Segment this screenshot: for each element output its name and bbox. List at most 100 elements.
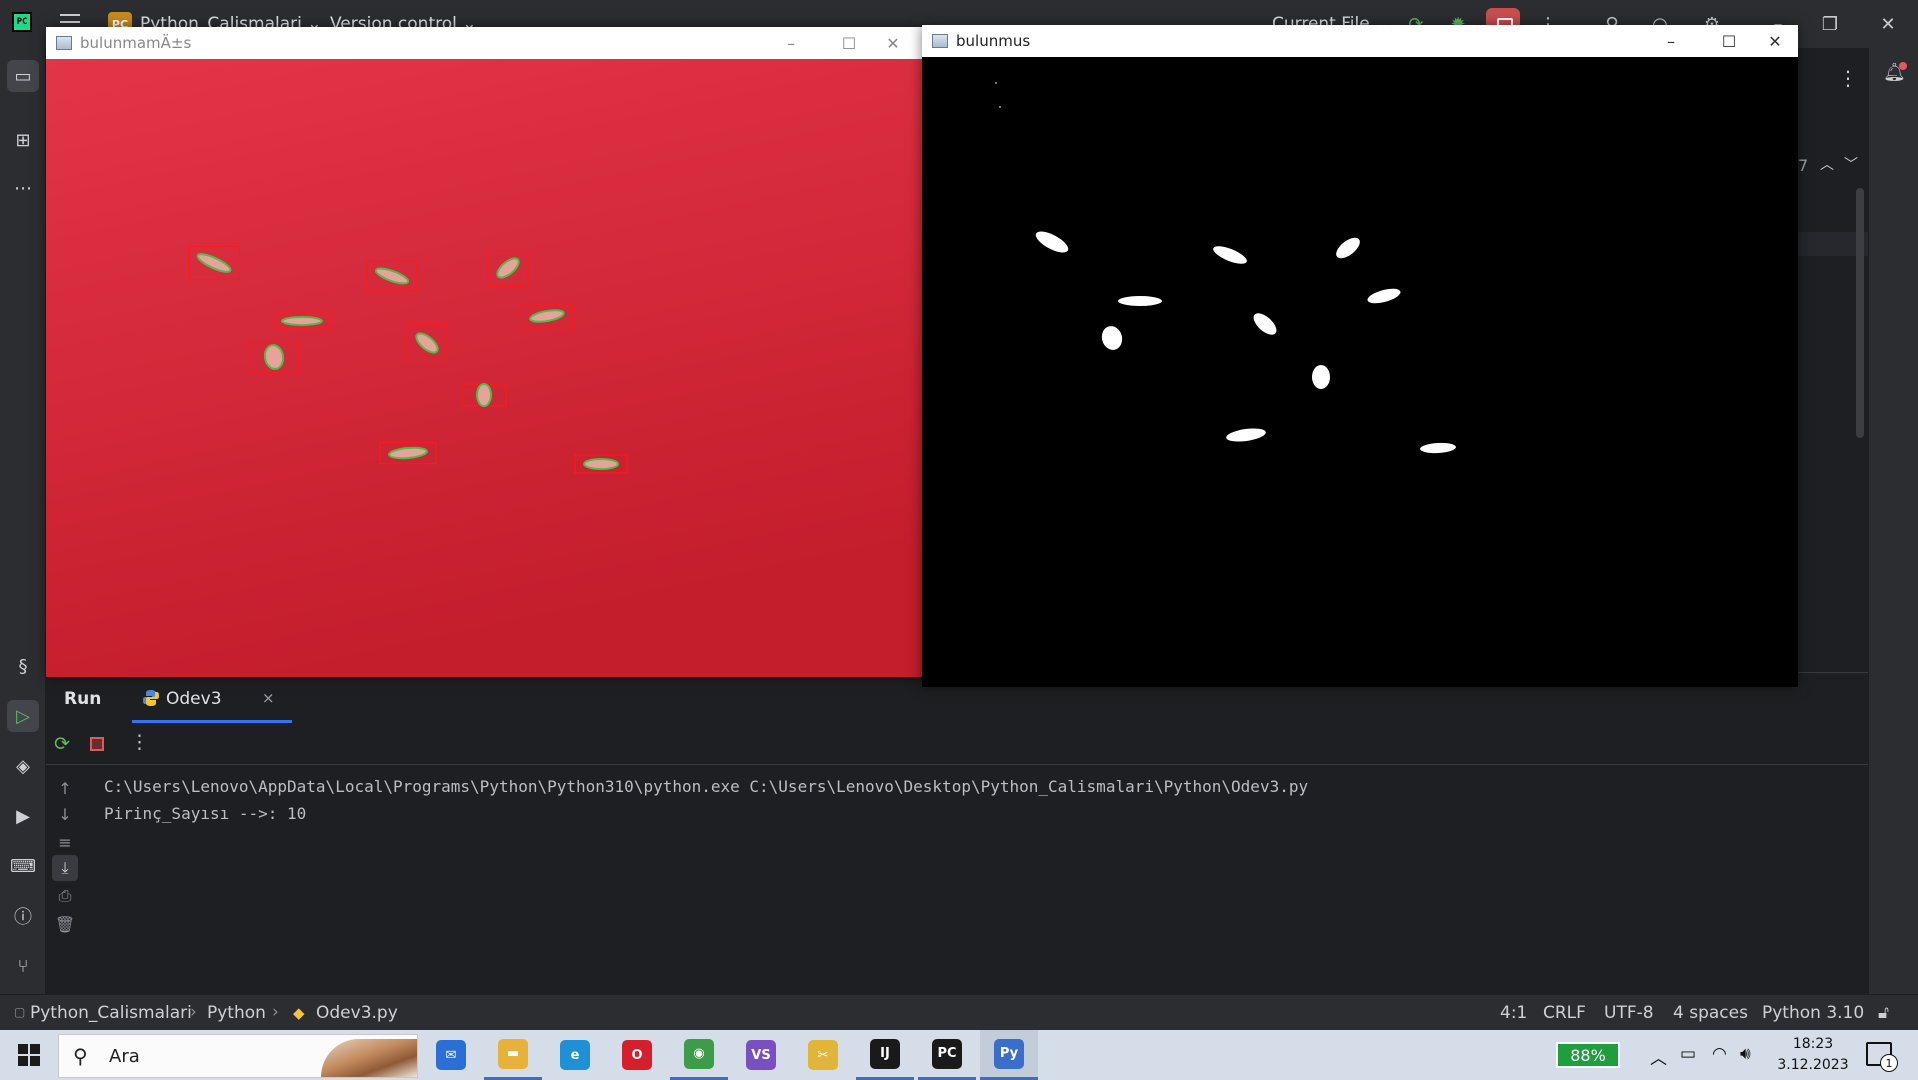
- window-title: bulunmamÄ±s: [80, 34, 192, 52]
- pycharm-logo-icon: PC: [12, 12, 32, 32]
- python-interpreter[interactable]: Python 3.10: [1762, 1003, 1864, 1023]
- chevron-down-icon[interactable]: ﹀: [1844, 154, 1858, 174]
- taskbar-app-edge[interactable]: e: [546, 1030, 604, 1080]
- windows-taskbar: ⚲ Ara ✉ ▬ e O ◉ VS ✂ IJ PC Py 88% ︿ ▭ ◠ 🔊︎ 18:23 …: [0, 1030, 1918, 1080]
- grain-contour: [583, 458, 619, 470]
- desktop: PC PC Python_Calismalari ⌄ Version contr…: [0, 0, 1918, 1080]
- window-title: bulunmus: [956, 32, 1031, 50]
- window-titlebar[interactable]: bulunmus – ☐ ✕: [922, 25, 1798, 57]
- tab-close-icon[interactable]: ×: [262, 689, 275, 707]
- python-console-icon[interactable]: §: [7, 650, 39, 682]
- arrow-down-icon[interactable]: ↓: [52, 801, 78, 827]
- tab-label: Odev3: [166, 689, 222, 709]
- right-tool-strip: 🔔︎: [1868, 48, 1918, 994]
- taskbar-clock[interactable]: 18:23 3.12.2023: [1776, 1034, 1850, 1076]
- chrome-icon: ◉: [684, 1038, 714, 1069]
- console-output[interactable]: C:\Users\Lenovo\AppData\Local\Programs\P…: [104, 773, 1308, 827]
- project-tool-icon[interactable]: ▭: [7, 60, 39, 92]
- chevron-right-icon: ›: [190, 1002, 197, 1022]
- cv-window-bulunmamis[interactable]: bulunmamÄ±s – ☐ ✕: [46, 27, 922, 677]
- taskbar-search[interactable]: ⚲ Ara: [58, 1034, 418, 1078]
- run-panel: Run Odev3 × ⟳ ⋮ ↑ ↓ ≡ ⤓ ⎙ 🗑︎ C:\Users\Le…: [46, 672, 1868, 994]
- match-count: 7: [1798, 156, 1809, 175]
- chevron-right-icon: ›: [272, 1002, 279, 1022]
- terminal-icon[interactable]: ⌨: [7, 850, 39, 882]
- editor-scrollbar[interactable]: [1856, 188, 1864, 438]
- editor-options-icon[interactable]: ⋮: [1838, 66, 1858, 90]
- breadcrumb-project[interactable]: Python_Calismalari: [30, 1003, 192, 1023]
- lock-icon[interactable]: 🔓︎: [1878, 1003, 1889, 1023]
- scroll-to-end-icon[interactable]: ⤓: [52, 855, 78, 881]
- window-app-icon: [932, 34, 948, 48]
- layers-icon[interactable]: ◈: [7, 750, 39, 782]
- more-icon[interactable]: ⋮: [130, 731, 149, 753]
- more-tools-icon[interactable]: ⋯: [7, 172, 39, 204]
- close-icon[interactable]: ✕: [1876, 12, 1900, 36]
- notification-dot: [1899, 62, 1907, 70]
- breadcrumb-folder[interactable]: Python: [207, 1003, 266, 1023]
- module-icon: ▢: [14, 1005, 26, 1019]
- search-highlight-image: [321, 1039, 417, 1077]
- taskbar-app-opera[interactable]: O: [608, 1030, 666, 1080]
- taskbar-app-intellij[interactable]: IJ: [856, 1030, 914, 1080]
- chevron-up-icon[interactable]: ︿: [1650, 1044, 1667, 1069]
- search-placeholder: Ara: [109, 1046, 140, 1067]
- taskbar-app-chrome[interactable]: ◉: [670, 1030, 728, 1080]
- trash-icon[interactable]: 🗑︎: [52, 911, 78, 937]
- console-line: C:\Users\Lenovo\AppData\Local\Programs\P…: [104, 777, 1309, 796]
- close-icon[interactable]: ✕: [864, 27, 922, 59]
- edge-icon: e: [560, 1040, 590, 1070]
- taskbar-app-tools[interactable]: ✂: [794, 1030, 852, 1080]
- binary-mask-image: [922, 57, 1798, 687]
- services-icon[interactable]: ▶: [7, 800, 39, 832]
- soft-wrap-icon[interactable]: ≡: [52, 829, 78, 855]
- chevron-up-icon[interactable]: ︿: [1820, 154, 1834, 174]
- taskbar-app-python[interactable]: Py: [980, 1030, 1038, 1080]
- left-tool-strip: ▭ ⊞ ⋯ § ▷ ◈ ▶ ⌨ ⓘ ⑂: [0, 48, 46, 994]
- indent-setting[interactable]: 4 spaces: [1673, 1003, 1748, 1023]
- caret-position[interactable]: 4:1: [1500, 1003, 1527, 1023]
- visual-studio-icon: VS: [746, 1040, 776, 1070]
- mask-blob: [1312, 365, 1330, 389]
- intellij-icon: IJ: [870, 1038, 900, 1069]
- python-icon: Py: [994, 1038, 1024, 1069]
- run-gutter: ↑ ↓ ≡ ⤓ ⎙ 🗑︎: [46, 765, 86, 995]
- battery-indicator[interactable]: 88%: [1556, 1042, 1620, 1068]
- python-file-icon: [143, 690, 159, 706]
- print-icon[interactable]: ⎙: [52, 883, 78, 909]
- stop-icon[interactable]: [90, 737, 104, 751]
- taskbar-app-file-explorer[interactable]: ▬: [484, 1030, 542, 1080]
- structure-tool-icon[interactable]: ⊞: [7, 124, 39, 156]
- mask-blob: [1118, 296, 1162, 306]
- editor-area: ⋮ 7 ︿ ﹀: [1798, 48, 1868, 672]
- console-line: Pirinç_Sayısı -->: 10: [104, 804, 307, 823]
- run-panel-title: Run: [64, 689, 102, 709]
- volume-icon[interactable]: 🔊︎: [1740, 1044, 1751, 1064]
- git-icon[interactable]: ⑂: [7, 950, 39, 982]
- opera-icon: O: [622, 1040, 652, 1070]
- line-separator[interactable]: CRLF: [1543, 1003, 1586, 1023]
- run-tool-icon[interactable]: ▷: [7, 700, 39, 732]
- search-icon: ⚲: [73, 1044, 88, 1068]
- minimize-icon[interactable]: –: [1642, 25, 1700, 57]
- taskbar-app-mail[interactable]: ✉: [422, 1030, 480, 1080]
- detected-rice-image: [46, 59, 922, 677]
- close-icon[interactable]: ✕: [1746, 25, 1804, 57]
- tab-odev3[interactable]: Odev3 ×: [132, 673, 292, 723]
- file-encoding[interactable]: UTF-8: [1604, 1003, 1654, 1023]
- arrow-up-icon[interactable]: ↑: [52, 775, 78, 801]
- rerun-icon[interactable]: ⟳: [54, 733, 70, 755]
- wifi-icon[interactable]: ◠: [1712, 1044, 1727, 1064]
- breadcrumb-file[interactable]: Odev3.py: [316, 1003, 398, 1023]
- minimize-icon[interactable]: –: [762, 27, 820, 59]
- battery-icon[interactable]: ▭: [1680, 1044, 1696, 1064]
- cv-window-bulunmus[interactable]: bulunmus – ☐ ✕: [922, 25, 1798, 687]
- run-actions-bar: ⟳ ⋮: [46, 723, 1868, 765]
- taskbar-app-visual-studio[interactable]: VS: [732, 1030, 790, 1080]
- restore-icon[interactable]: ❐: [1818, 12, 1842, 36]
- grain-contour: [476, 383, 492, 407]
- start-icon[interactable]: [18, 1044, 40, 1066]
- taskbar-app-pycharm[interactable]: PC: [918, 1030, 976, 1080]
- window-titlebar[interactable]: bulunmamÄ±s – ☐ ✕: [46, 27, 922, 59]
- problems-icon[interactable]: ⓘ: [7, 900, 39, 932]
